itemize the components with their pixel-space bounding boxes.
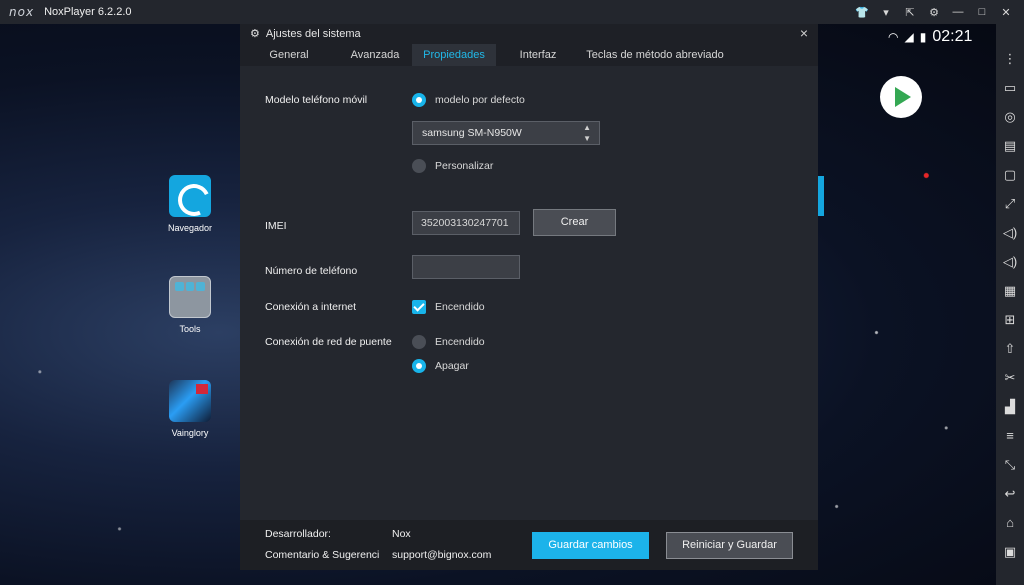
dialog-footer: Desarrollador: Nox Comentario & Sugerenc… xyxy=(240,520,818,570)
phone-number-label: Número de teléfono xyxy=(265,265,358,277)
wifi-icon: ◠ xyxy=(888,30,899,44)
scissors-icon[interactable]: ✂ xyxy=(996,363,1024,392)
system-settings-dialog: ⚙ Ajustes del sistema × General Avanzada… xyxy=(240,24,818,570)
nox-player-window: nox NoxPlayer 6.2.2.0 👕 ▾ ⇱ ⚙ — □ ✕ Nave… xyxy=(0,0,1024,585)
tab-avanzada[interactable]: Avanzada xyxy=(338,44,412,66)
gear-icon: ⚙ xyxy=(250,28,260,40)
signal-icon: ◢ xyxy=(904,30,914,44)
menu-lines-icon[interactable]: ≡ xyxy=(996,421,1024,450)
tab-interfaz[interactable]: Interfaz xyxy=(496,44,580,66)
internet-label: Conexión a internet xyxy=(265,301,357,313)
status-bar: ◠ ◢ ▮ 02:21 xyxy=(888,28,972,46)
multi-instance-icon[interactable]: ▦ xyxy=(996,276,1024,305)
internet-checkbox[interactable]: Encendido xyxy=(412,300,485,314)
location-icon[interactable]: ◎ xyxy=(996,102,1024,131)
pin-icon[interactable]: ⇱ xyxy=(898,6,922,19)
dialog-title-text: Ajustes del sistema xyxy=(265,27,361,40)
radio-custom-model[interactable]: Personalizar xyxy=(412,159,493,173)
bridge-label: Conexión de red de puente xyxy=(265,336,392,348)
desktop-icon-label: Navegador xyxy=(167,223,213,233)
recent-apps-icon[interactable]: ▣ xyxy=(996,537,1024,566)
desktop-icon-label: Vainglory xyxy=(171,428,209,438)
play-store-icon[interactable] xyxy=(880,76,922,118)
app-title: NoxPlayer 6.2.2.0 xyxy=(44,6,132,18)
radio-checked-icon xyxy=(412,359,426,373)
radio-unchecked-icon xyxy=(412,159,426,173)
settings-tabs: General Avanzada Propiedades Interfaz Te… xyxy=(240,44,730,66)
radio-default-model[interactable]: modelo por defecto xyxy=(412,93,525,107)
resize-icon[interactable]: ⤡ xyxy=(996,450,1024,479)
feedback-label: Comentario & Sugerenci xyxy=(265,549,380,561)
create-imei-button[interactable]: Crear xyxy=(533,209,616,236)
checkbox-checked-icon xyxy=(412,300,426,314)
volume-up-icon[interactable]: ◁) xyxy=(996,218,1024,247)
shirt-icon[interactable]: 👕 xyxy=(850,6,874,19)
phone-model-select[interactable]: samsung SM-N950W ▲ ▼ xyxy=(412,121,600,145)
nox-logo: nox xyxy=(9,5,35,19)
fullscreen-icon[interactable]: ⤢ xyxy=(996,189,1024,218)
checkbox-label: Encendido xyxy=(435,301,485,313)
volume-down-icon[interactable]: ◁) xyxy=(996,247,1024,276)
screenshot-icon[interactable]: ⊞ xyxy=(996,305,1024,334)
clock: 02:21 xyxy=(932,28,973,45)
phone-model-value: samsung SM-N950W xyxy=(422,127,522,139)
window-controls: 👕 ▾ ⇱ ⚙ — □ ✕ xyxy=(850,0,1018,24)
desktop-icon-tools[interactable]: Tools xyxy=(155,276,225,334)
close-icon[interactable]: ✕ xyxy=(994,6,1018,19)
feedback-email[interactable]: support@bignox.com xyxy=(392,549,491,561)
phone-model-label: Modelo teléfono móvil xyxy=(265,94,368,106)
developer-value: Nox xyxy=(392,528,411,540)
back-icon[interactable]: ↩ xyxy=(996,479,1024,508)
radio-label: Encendido xyxy=(435,336,485,348)
radio-bridge-off[interactable]: Apagar xyxy=(412,359,469,373)
apps-icon[interactable]: ▟ xyxy=(996,392,1024,421)
radio-label: modelo por defecto xyxy=(435,94,525,106)
battery-icon: ▮ xyxy=(919,30,927,44)
maximize-icon[interactable]: □ xyxy=(970,6,994,18)
side-toolbar: ⋮ ▭ ◎ ▤ ▢ ⤢ ◁) ◁) ▦ ⊞ ⇧ ✂ ▟ ≡ ⤡ ↩ ⌂ ▣ xyxy=(996,24,1024,585)
browser-icon xyxy=(169,175,211,217)
chevron-updown-icon: ▲ ▼ xyxy=(583,123,591,143)
imei-label: IMEI xyxy=(265,220,287,232)
vainglory-icon xyxy=(169,380,211,422)
radio-label: Apagar xyxy=(435,360,469,372)
tab-teclas[interactable]: Teclas de método abreviado xyxy=(580,44,730,66)
radio-label: Personalizar xyxy=(435,160,494,172)
desktop-icon-label: Tools xyxy=(179,324,201,334)
home-icon[interactable]: ⌂ xyxy=(996,508,1024,537)
upload-icon[interactable]: ⇧ xyxy=(996,334,1024,363)
imei-field[interactable]: 352003130247701 xyxy=(412,211,520,235)
menu-icon[interactable]: ▾ xyxy=(874,6,898,19)
folder-icon xyxy=(169,276,211,318)
close-icon[interactable]: × xyxy=(800,25,808,41)
keyboard-icon[interactable]: ▭ xyxy=(996,73,1024,102)
desktop-icon-navegador[interactable]: Navegador xyxy=(155,175,225,233)
save-button[interactable]: Guardar cambios xyxy=(532,532,649,559)
screen-icon[interactable]: ▢ xyxy=(996,160,1024,189)
restart-save-button[interactable]: Reiniciar y Guardar xyxy=(666,532,793,559)
dialog-title: ⚙ Ajustes del sistema xyxy=(250,27,361,41)
apk-icon[interactable]: ▤ xyxy=(996,131,1024,160)
tab-general[interactable]: General xyxy=(240,44,338,66)
more-icon[interactable]: ⋮ xyxy=(996,44,1024,73)
minimize-icon[interactable]: — xyxy=(946,6,970,18)
dialog-header: ⚙ Ajustes del sistema × General Avanzada… xyxy=(240,24,818,66)
title-bar: nox NoxPlayer 6.2.2.0 👕 ▾ ⇱ ⚙ — □ ✕ xyxy=(0,0,1024,24)
phone-number-field[interactable] xyxy=(412,255,520,279)
radio-bridge-on[interactable]: Encendido xyxy=(412,335,485,349)
gear-icon[interactable]: ⚙ xyxy=(922,6,946,19)
tab-propiedades[interactable]: Propiedades xyxy=(412,44,496,66)
desktop-icon-vainglory[interactable]: Vainglory xyxy=(155,380,225,438)
radio-checked-icon xyxy=(412,93,426,107)
radio-unchecked-icon xyxy=(412,335,426,349)
developer-label: Desarrollador: xyxy=(265,528,331,540)
